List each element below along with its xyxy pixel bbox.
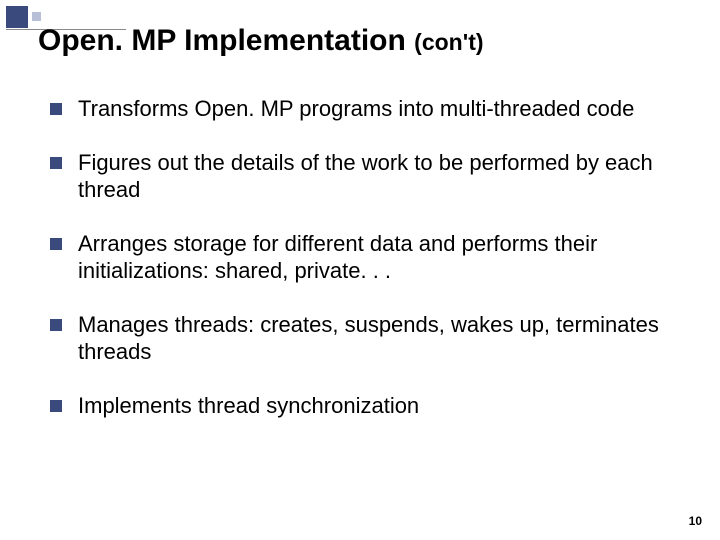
page-number: 10	[689, 514, 702, 528]
list-item: Figures out the details of the work to b…	[50, 149, 680, 204]
slide: Open. MP Implementation (con't) Transfor…	[0, 0, 720, 540]
decor-square-large	[6, 6, 28, 28]
bullet-icon	[50, 103, 62, 115]
bullet-icon	[50, 319, 62, 331]
bullet-icon	[50, 400, 62, 412]
list-item: Implements thread synchronization	[50, 392, 680, 420]
bullet-icon	[50, 238, 62, 250]
list-item-text: Figures out the details of the work to b…	[78, 149, 680, 204]
decor-square-small	[32, 12, 41, 21]
bullet-icon	[50, 157, 62, 169]
list-item: Manages threads: creates, suspends, wake…	[50, 311, 680, 366]
list-item-text: Implements thread synchronization	[78, 392, 680, 420]
list-item-text: Transforms Open. MP programs into multi-…	[78, 95, 680, 123]
title-main: Open. MP Implementation	[38, 24, 414, 57]
list-item: Arranges storage for different data and …	[50, 230, 680, 285]
list-item-text: Manages threads: creates, suspends, wake…	[78, 311, 680, 366]
title-sub: (con't)	[414, 29, 483, 55]
slide-title: Open. MP Implementation (con't)	[38, 24, 690, 58]
slide-body: Transforms Open. MP programs into multi-…	[50, 95, 680, 445]
list-item: Transforms Open. MP programs into multi-…	[50, 95, 680, 123]
list-item-text: Arranges storage for different data and …	[78, 230, 680, 285]
